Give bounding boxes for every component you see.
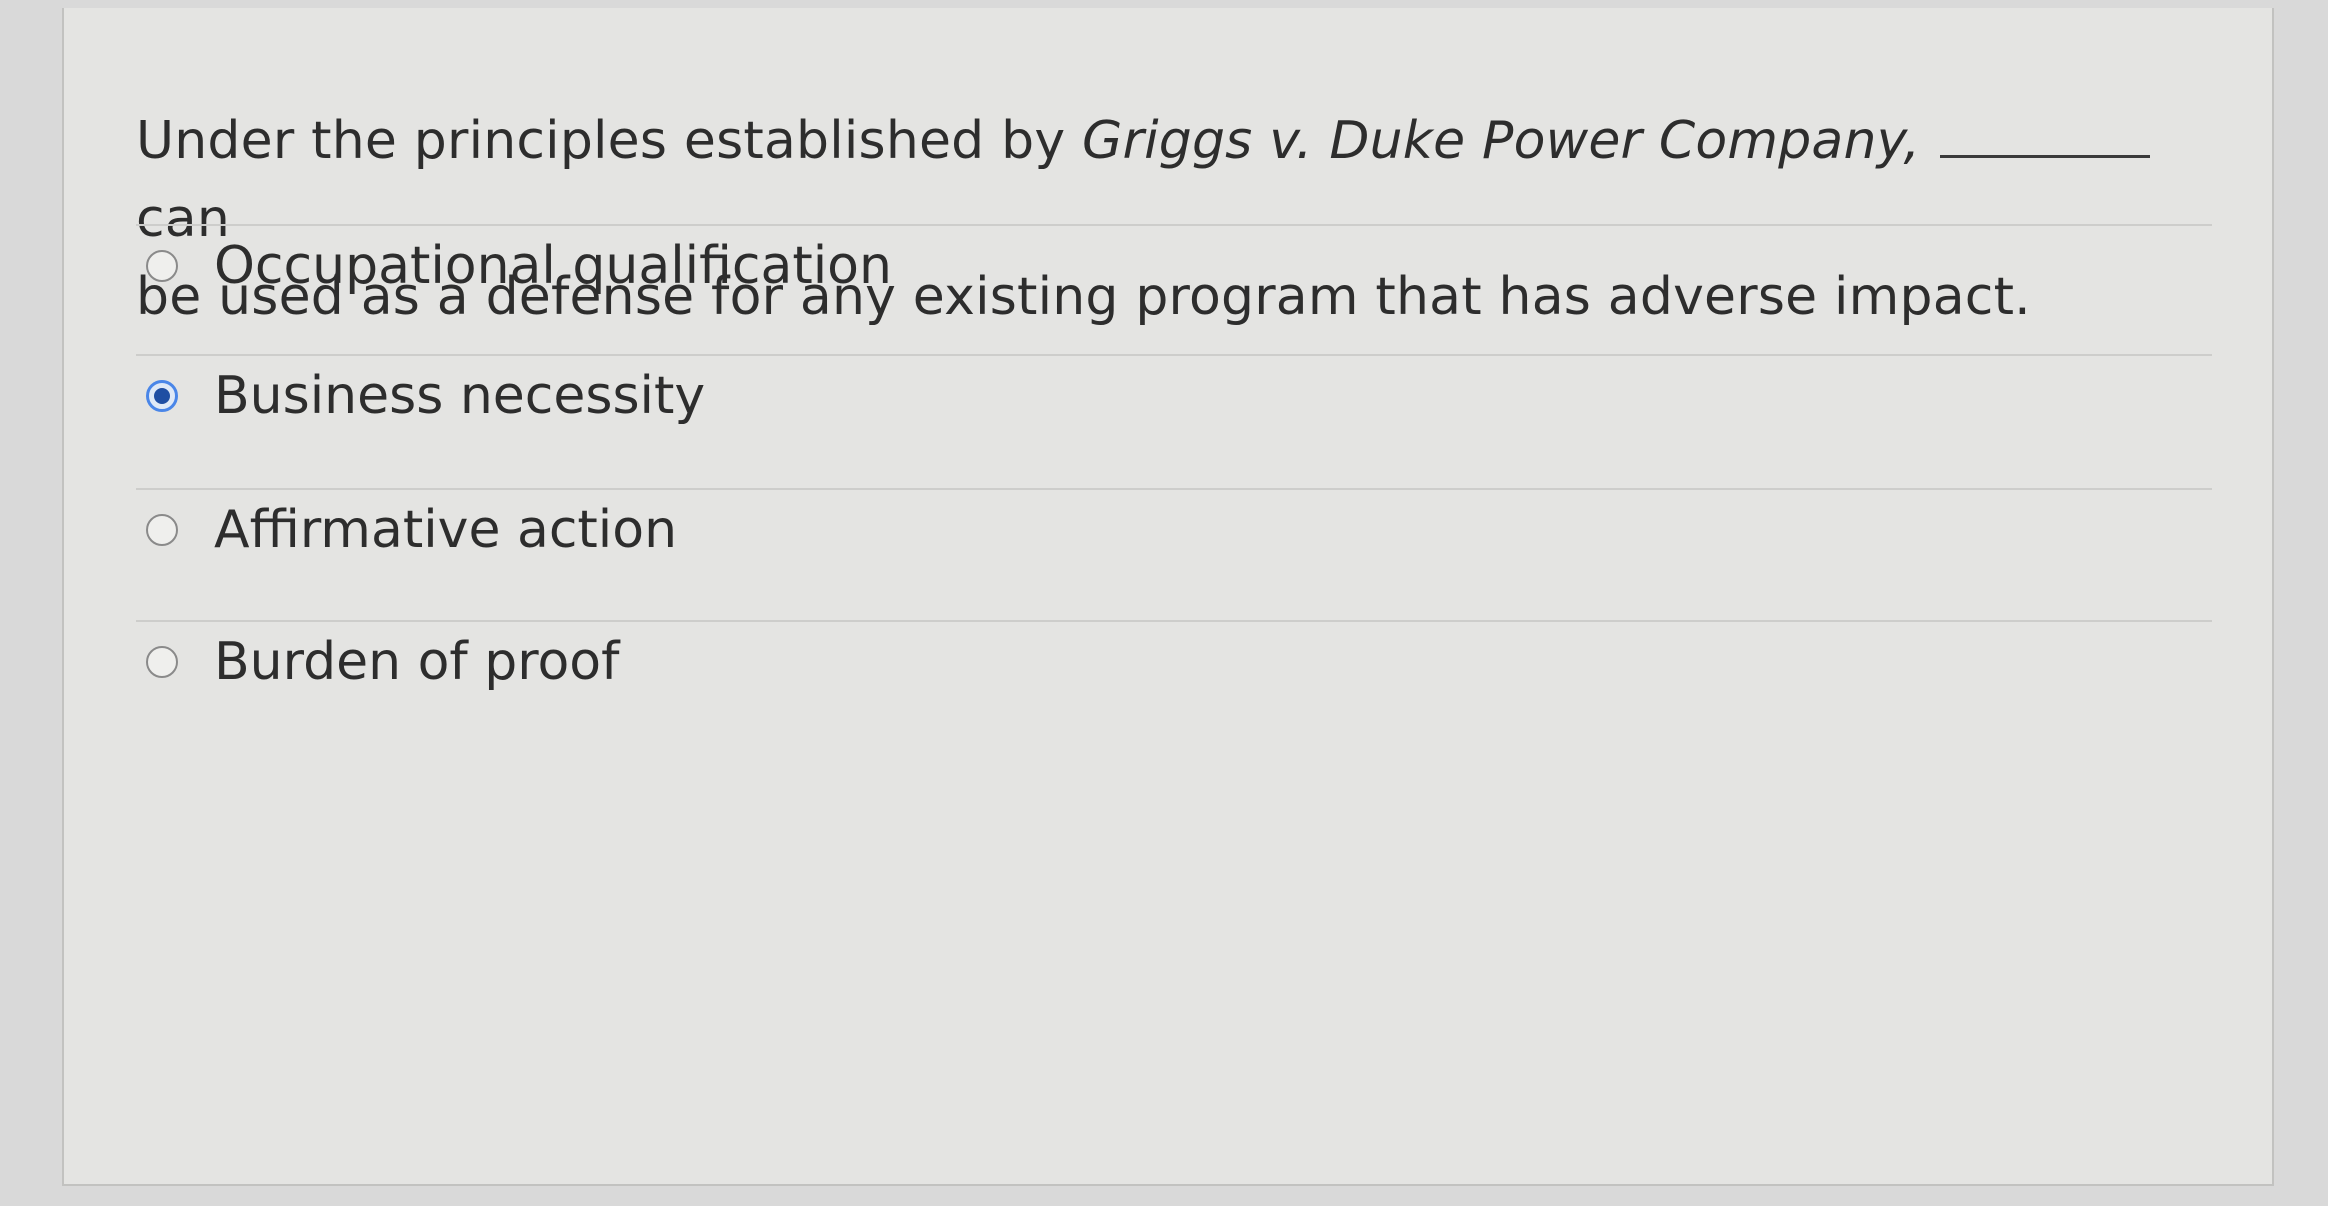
option-label: Occupational qualification: [214, 236, 892, 296]
radio-button[interactable]: [146, 646, 178, 678]
option-label: Burden of proof: [214, 632, 620, 692]
answer-blank: [1940, 115, 2151, 158]
question-panel: Under the principles established by Grig…: [62, 8, 2274, 1186]
radio-button[interactable]: [146, 250, 178, 282]
case-name: Griggs v. Duke Power Company,: [1082, 111, 1921, 171]
question-intro: Under the principles established by: [136, 111, 1083, 171]
option-occupational-qualification[interactable]: Occupational qualification: [146, 226, 892, 306]
radio-button-selected[interactable]: [146, 380, 178, 412]
option-burden-of-proof[interactable]: Burden of proof: [146, 622, 619, 702]
option-affirmative-action[interactable]: Affirmative action: [146, 490, 677, 570]
option-business-necessity[interactable]: Business necessity: [146, 356, 705, 436]
radio-button[interactable]: [146, 514, 178, 546]
option-label: Business necessity: [214, 366, 706, 426]
option-label: Affirmative action: [214, 500, 678, 560]
